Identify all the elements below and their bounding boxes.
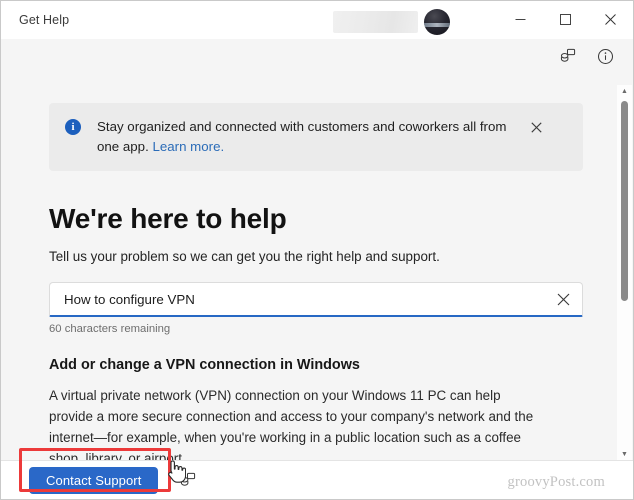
redacted-account-name [333, 11, 418, 33]
feedback-chat-icon [180, 472, 196, 486]
title-bar: Get Help [1, 1, 633, 39]
contact-support-button[interactable]: Contact Support [29, 466, 159, 494]
account-area [333, 9, 450, 35]
close-icon [557, 293, 569, 305]
top-icon-strip [555, 41, 617, 71]
footer-feedback-icon[interactable] [176, 469, 198, 491]
maximize-button[interactable] [543, 1, 588, 38]
window-title: Get Help [19, 13, 70, 27]
info-icon[interactable] [593, 44, 617, 68]
banner-info-icon: i [65, 119, 81, 135]
search-clear-button[interactable] [550, 286, 576, 312]
scrollbar-thumb[interactable] [621, 101, 628, 301]
feedback-icon[interactable] [555, 44, 579, 68]
page-title: We're here to help [49, 203, 287, 234]
footer-bar: Contact Support groovyPost.com [1, 460, 633, 499]
banner-text: Stay organized and connected with custom… [97, 117, 527, 157]
banner-close-button[interactable] [527, 118, 545, 136]
vertical-scrollbar[interactable]: ▲ ▼ [616, 85, 632, 461]
info-circle-icon [597, 48, 613, 64]
get-help-window: Get Help ▲ ▼ i Stay organized and connec… [0, 0, 634, 500]
feedback-chat-icon [560, 48, 575, 62]
minimize-icon [515, 19, 526, 20]
close-icon [605, 14, 616, 25]
close-button[interactable] [588, 1, 633, 38]
page-subtitle: Tell us your problem so we can get you t… [49, 249, 440, 264]
scroll-up-arrow[interactable]: ▲ [617, 85, 632, 98]
close-icon [530, 121, 542, 133]
search-area: 60 characters remaining [49, 282, 583, 335]
window-controls [498, 1, 633, 38]
minimize-button[interactable] [498, 1, 543, 38]
maximize-icon [560, 14, 571, 25]
character-count: 60 characters remaining [49, 323, 171, 335]
avatar[interactable] [424, 9, 450, 35]
learn-more-link[interactable]: Learn more. [152, 139, 224, 154]
search-box[interactable] [49, 282, 583, 317]
article-title: Add or change a VPN connection in Window… [49, 357, 360, 373]
main-content: i Stay organized and connected with cust… [1, 71, 617, 461]
search-input[interactable] [64, 291, 550, 307]
article-body: A virtual private network (VPN) connecti… [49, 388, 534, 461]
info-banner: i Stay organized and connected with cust… [49, 103, 583, 171]
watermark: groovyPost.com [507, 474, 605, 490]
